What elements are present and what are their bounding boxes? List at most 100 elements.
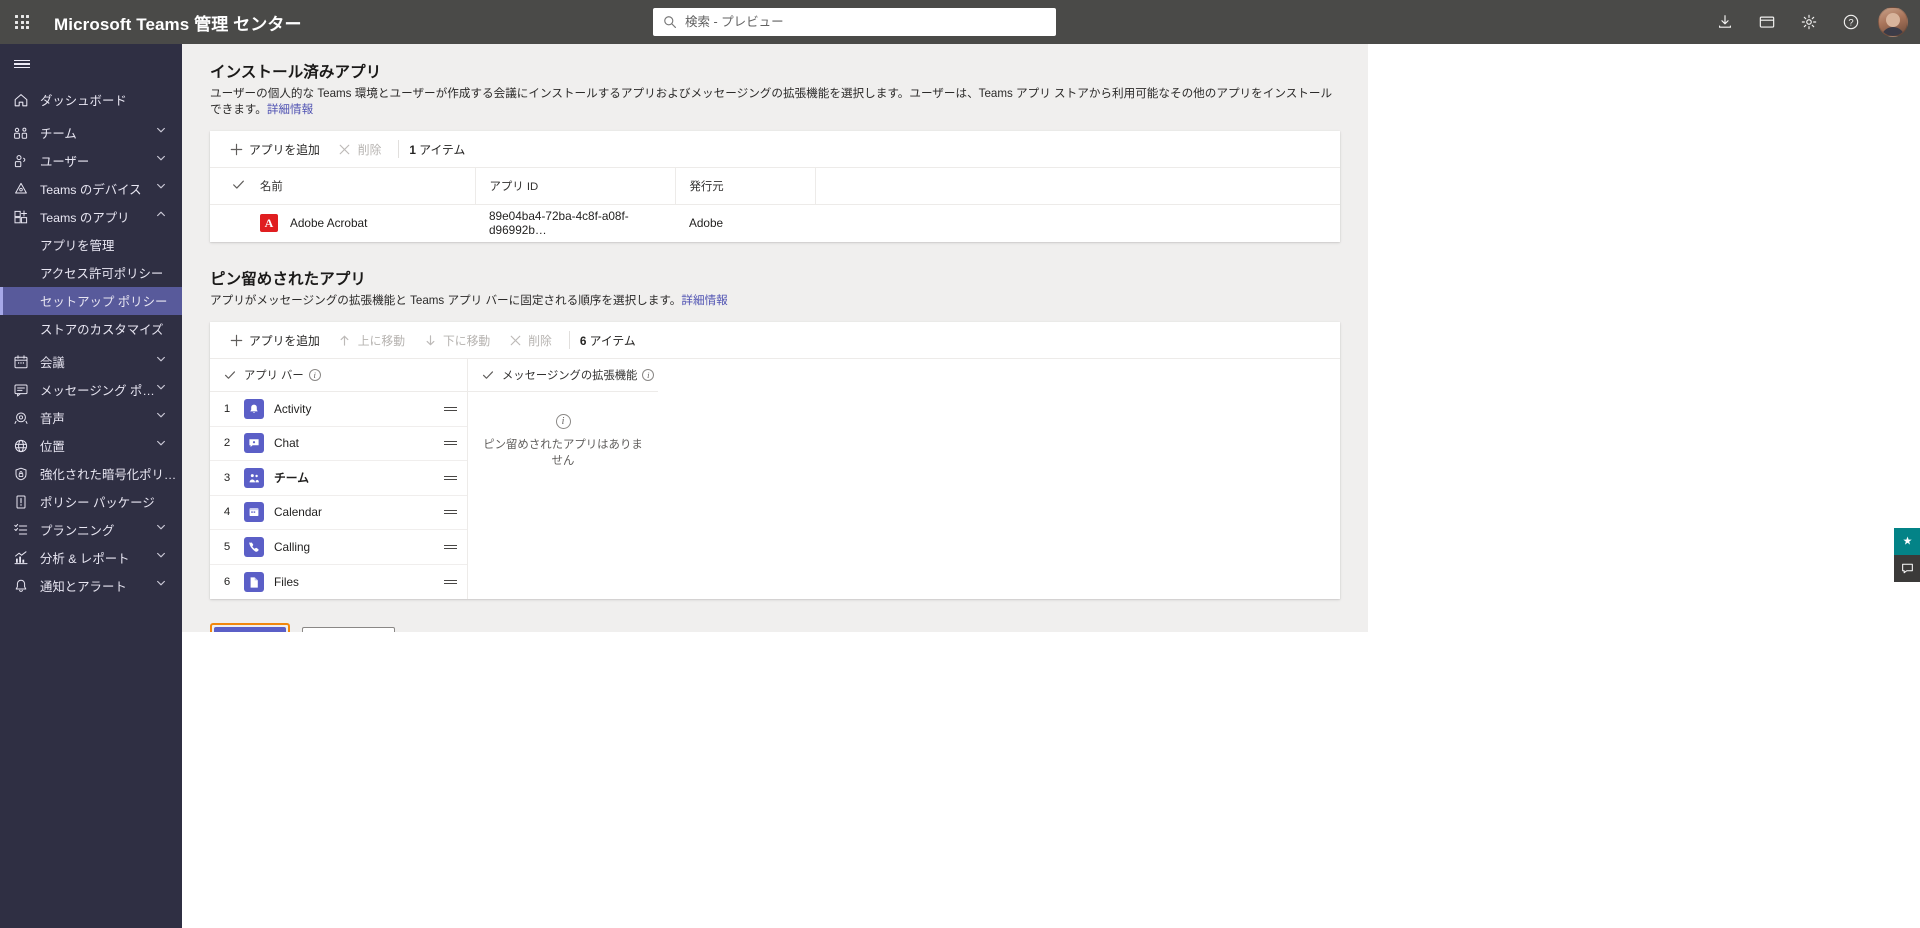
chevron-down-icon[interactable] (156, 381, 174, 399)
column-header-publisher[interactable]: 発行元 (674, 168, 815, 205)
pinned-delete-button[interactable]: 削除 (499, 325, 561, 355)
pinned-app-name: Calendar (274, 505, 322, 520)
pinned-move-up-button[interactable]: 上に移動 (329, 325, 414, 355)
package-icon (12, 493, 30, 511)
drag-handle-icon[interactable] (433, 439, 467, 447)
sidebar-item-5[interactable]: アプリを管理 (0, 231, 182, 259)
whats-new-icon[interactable] (1746, 0, 1788, 44)
pinned-apps-learn-more-link[interactable]: 詳細情報 (681, 294, 727, 307)
sidebar-item-2[interactable]: ユーザー (0, 147, 182, 175)
form-actions: 保存 キャンセル (210, 623, 1340, 632)
sidebar-item-11[interactable]: 音声 (0, 404, 182, 432)
info-icon[interactable]: i (308, 369, 321, 381)
cell-app-id: 89e04ba4-72ba-4c8f-a08f-d96992b… (489, 209, 629, 238)
download-icon[interactable] (1704, 0, 1746, 44)
pinned-app-row[interactable]: 3 チーム (210, 461, 467, 496)
command-divider (398, 140, 400, 158)
select-all-checkbox[interactable] (210, 168, 260, 205)
sidebar-toggle-button[interactable] (0, 44, 182, 84)
checkmark-icon (233, 180, 244, 189)
planning-icon (12, 521, 30, 539)
chevron-down-icon[interactable] (156, 577, 174, 595)
messaging-extensions-column: メッセージングの拡張機能 i i ピン留めされたアプリはありません (468, 359, 658, 599)
chevron-down-icon[interactable] (156, 521, 174, 539)
feedback-button[interactable] (1894, 528, 1920, 555)
search-input[interactable] (685, 15, 1046, 29)
chat-support-button[interactable] (1894, 555, 1920, 582)
row-index: 3 (223, 471, 231, 484)
chevron-down-icon[interactable] (156, 437, 174, 455)
sidebar-item-0[interactable]: ダッシュボード (0, 86, 182, 114)
sidebar-item-label: 分析 & レポート (40, 552, 130, 566)
close-icon (508, 333, 522, 347)
chat-app-icon (244, 433, 264, 454)
files-app-icon (244, 571, 264, 592)
drag-handle-icon[interactable] (433, 578, 467, 586)
chevron-down-icon[interactable] (156, 353, 174, 371)
sidebar-item-1[interactable]: チーム (0, 119, 182, 147)
sidebar-item-label: 会議 (40, 356, 65, 370)
installed-apps-learn-more-link[interactable]: 詳細情報 (267, 103, 313, 116)
gear-icon[interactable] (1788, 0, 1830, 44)
info-icon: i (555, 414, 571, 429)
chat-icon (1901, 563, 1913, 574)
arrow-up-icon (338, 333, 352, 347)
chevron-down-icon[interactable] (156, 124, 174, 142)
waffle-menu-button[interactable] (0, 0, 44, 44)
chevron-down-icon[interactable] (156, 549, 174, 567)
phone-icon (12, 409, 30, 427)
message-icon (12, 381, 30, 399)
drag-handle-icon[interactable] (433, 508, 467, 516)
installed-add-app-button[interactable]: アプリを追加 (220, 134, 329, 164)
pinned-app-row[interactable]: 1 Activity (210, 392, 467, 427)
row-checkbox[interactable] (210, 204, 260, 242)
installed-delete-button[interactable]: 削除 (329, 134, 391, 164)
chevron-down-icon[interactable] (156, 152, 174, 170)
messaging-select-all-checkbox[interactable] (482, 369, 502, 381)
hamburger-icon (14, 58, 30, 71)
page-right-filler (1368, 44, 1920, 928)
sidebar-item-9[interactable]: 会議 (0, 348, 182, 376)
pinned-move-down-button[interactable]: 下に移動 (414, 325, 499, 355)
sidebar-item-17[interactable]: 通知とアラート (0, 572, 182, 600)
drag-handle-icon[interactable] (433, 474, 467, 482)
help-icon[interactable]: ? (1830, 0, 1872, 44)
sidebar-item-10[interactable]: メッセージング ポリシー (0, 376, 182, 404)
sidebar-item-6[interactable]: アクセス許可ポリシー (0, 259, 182, 287)
sidebar-item-15[interactable]: プランニング (0, 516, 182, 544)
pinned-app-row[interactable]: 2 Chat (210, 427, 467, 461)
pinned-app-row[interactable]: 6 Files (210, 565, 467, 600)
sidebar-item-13[interactable]: 強化された暗号化ポリシー (0, 460, 182, 488)
messaging-header-label: メッセージングの拡張機能 (502, 370, 638, 382)
sidebar-item-label: ダッシュボード (40, 94, 127, 108)
sidebar-item-14[interactable]: ポリシー パッケージ (0, 488, 182, 516)
messaging-empty-text: ピン留めされたアプリはありません (483, 439, 643, 467)
table-row[interactable]: A Adobe Acrobat 89e04ba4-72ba-4c8f-a08f-d9… (210, 204, 1340, 242)
sidebar-item-4[interactable]: Teams のアプリ (0, 203, 182, 231)
sidebar-item-16[interactable]: 分析 & レポート (0, 544, 182, 572)
pinned-app-row[interactable]: 4 Calendar (210, 496, 467, 530)
column-header-name[interactable]: 名前 (260, 168, 475, 205)
sidebar-item-7[interactable]: セットアップ ポリシー (0, 287, 182, 315)
drag-handle-icon[interactable] (433, 405, 467, 413)
waffle-icon (15, 15, 29, 29)
info-icon[interactable]: i (642, 369, 655, 381)
sidebar-item-8[interactable]: ストアのカスタマイズ (0, 315, 182, 343)
pinned-item-count-number: 6 (579, 333, 587, 348)
column-header-app-id[interactable]: アプリ ID (474, 168, 675, 205)
app-bar-select-all-checkbox[interactable] (224, 369, 244, 381)
top-bar-actions: ? (1704, 0, 1912, 44)
drag-handle-icon[interactable] (433, 543, 467, 551)
search-box[interactable] (653, 8, 1056, 36)
chevron-down-icon[interactable] (156, 409, 174, 427)
pinned-add-app-button[interactable]: アプリを追加 (220, 325, 329, 355)
sidebar-item-3[interactable]: Teams のデバイス (0, 175, 182, 203)
chevron-down-icon[interactable] (156, 180, 174, 198)
avatar[interactable] (1878, 7, 1908, 37)
sidebar-item-12[interactable]: 位置 (0, 432, 182, 460)
cell-spacer (815, 204, 1340, 242)
search-icon (663, 15, 677, 29)
calendar-app-icon (244, 502, 264, 523)
pinned-app-row[interactable]: 5 Calling (210, 530, 467, 565)
chevron-up-icon[interactable] (156, 208, 174, 226)
